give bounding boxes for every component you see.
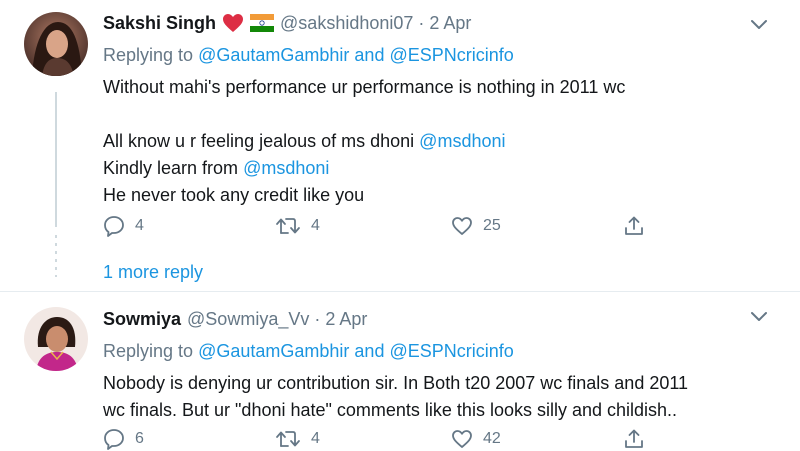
tweet-header: Sakshi Singh @sakshidhoni07 · 2 Apr bbox=[103, 10, 760, 36]
avatar[interactable] bbox=[24, 307, 88, 371]
timestamp[interactable]: 2 Apr bbox=[325, 306, 367, 332]
tweet-text: Without mahi's performance ur performanc… bbox=[103, 74, 760, 209]
tweet-text-blank bbox=[103, 101, 760, 128]
chevron-down-icon[interactable] bbox=[750, 310, 768, 324]
like-button[interactable]: 25 bbox=[451, 212, 501, 240]
share-icon bbox=[623, 428, 645, 450]
separator-dot: · bbox=[418, 13, 425, 33]
replying-and: and bbox=[354, 45, 385, 65]
thread-line bbox=[55, 92, 57, 227]
mention-link[interactable]: @msdhoni bbox=[419, 131, 505, 151]
tweet-text-fragment: All know u r feeling jealous of ms dhoni bbox=[103, 131, 420, 151]
timestamp[interactable]: 2 Apr bbox=[429, 10, 471, 36]
tweet-text-line: All know u r feeling jealous of ms dhoni… bbox=[103, 128, 760, 155]
user-handle[interactable]: @Sowmiya_Vv bbox=[187, 306, 309, 332]
tweet-actions: 6 4 42 bbox=[103, 425, 663, 451]
tweet-text-line: wc finals. But ur "dhoni hate" comments … bbox=[103, 400, 678, 420]
retweet-button[interactable]: 4 bbox=[275, 425, 320, 451]
tweet-text-line: Without mahi's performance ur performanc… bbox=[103, 77, 626, 97]
tweet-text-line: Kindly learn from @msdhoni bbox=[103, 155, 760, 182]
reply-button[interactable]: 4 bbox=[103, 212, 144, 240]
tweet-text-line: Nobody is denying ur contribution sir. I… bbox=[103, 373, 689, 393]
heart-icon bbox=[451, 428, 473, 450]
heart-icon bbox=[451, 215, 473, 237]
tweet-content: Sowmiya @Sowmiya_Vv · 2 Apr Replying to … bbox=[103, 306, 760, 424]
like-button[interactable]: 42 bbox=[451, 425, 501, 451]
mention-link[interactable]: @GautamGambhir bbox=[198, 341, 349, 361]
reply-count: 6 bbox=[135, 430, 144, 447]
tweet-text-line: He never took any credit like you bbox=[103, 185, 365, 205]
tweet-header: Sowmiya @Sowmiya_Vv · 2 Apr bbox=[103, 306, 760, 332]
reply-button[interactable]: 6 bbox=[103, 425, 144, 451]
retweet-button[interactable]: 4 bbox=[275, 212, 320, 240]
india-flag-icon bbox=[250, 14, 275, 32]
avatar[interactable] bbox=[24, 12, 88, 76]
mention-link[interactable]: @GautamGambhir bbox=[198, 45, 349, 65]
replying-and: and bbox=[354, 341, 385, 361]
replying-to: Replying to @GautamGambhir and @ESPNcric… bbox=[103, 338, 760, 364]
share-button[interactable] bbox=[623, 212, 645, 240]
retweet-count: 4 bbox=[311, 217, 320, 234]
like-count: 25 bbox=[483, 217, 501, 234]
show-more-replies-link[interactable]: 1 more reply bbox=[103, 260, 203, 284]
display-name[interactable]: Sakshi Singh bbox=[103, 10, 216, 36]
tweet-content: Sakshi Singh @sakshidhoni07 · 2 Apr Repl… bbox=[103, 10, 760, 209]
reply-icon bbox=[103, 215, 125, 237]
retweet-icon bbox=[275, 428, 301, 450]
thread-dots bbox=[55, 235, 57, 277]
chevron-down-icon[interactable] bbox=[750, 18, 768, 32]
tweet-actions: 4 4 25 bbox=[103, 212, 663, 240]
retweet-icon bbox=[275, 215, 301, 237]
like-count: 42 bbox=[483, 430, 501, 447]
reply-tweet[interactable]: Sakshi Singh @sakshidhoni07 · 2 Apr Repl… bbox=[0, 0, 800, 291]
user-handle[interactable]: @sakshidhoni07 bbox=[280, 10, 413, 36]
reply-count: 4 bbox=[135, 217, 144, 234]
mention-link[interactable]: @msdhoni bbox=[243, 158, 329, 178]
separator-dot: · bbox=[314, 309, 321, 329]
reply-icon bbox=[103, 428, 125, 450]
red-heart-icon bbox=[222, 13, 244, 33]
retweet-count: 4 bbox=[311, 430, 320, 447]
tweet-text-fragment: Kindly learn from bbox=[103, 158, 244, 178]
display-name[interactable]: Sowmiya bbox=[103, 306, 181, 332]
share-icon bbox=[623, 215, 645, 237]
replying-to-label: Replying to bbox=[103, 45, 194, 65]
reply-tweet[interactable]: Sowmiya @Sowmiya_Vv · 2 Apr Replying to … bbox=[0, 291, 800, 451]
replying-to: Replying to @GautamGambhir and @ESPNcric… bbox=[103, 42, 760, 68]
mention-link[interactable]: @ESPNcricinfo bbox=[389, 341, 513, 361]
tweet-text: Nobody is denying ur contribution sir. I… bbox=[103, 370, 760, 424]
share-button[interactable] bbox=[623, 425, 645, 451]
mention-link[interactable]: @ESPNcricinfo bbox=[389, 45, 513, 65]
replying-to-label: Replying to bbox=[103, 341, 194, 361]
